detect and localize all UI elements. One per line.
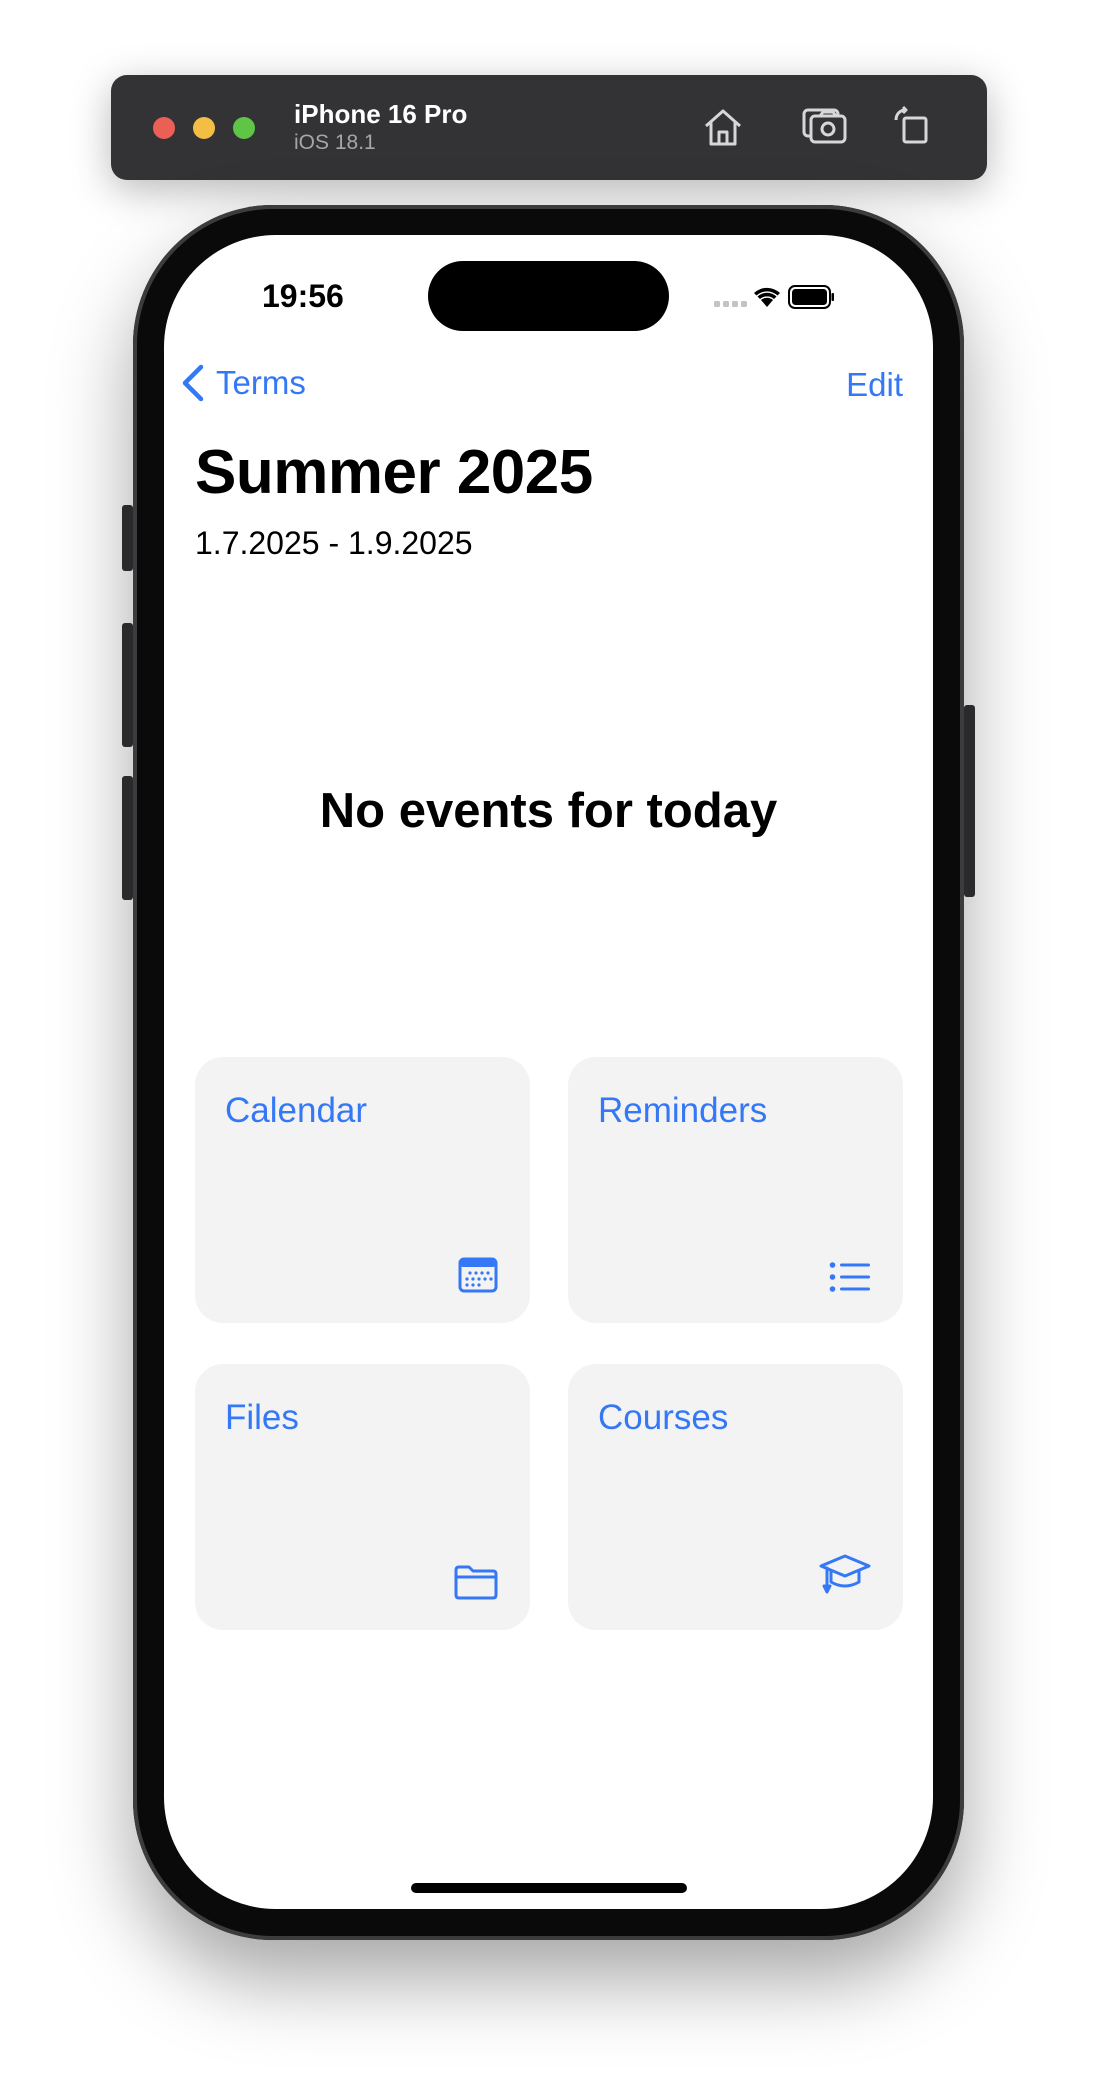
back-button-label: Terms: [216, 364, 306, 401]
home-icon: [705, 109, 741, 146]
chevron-left-icon: [182, 364, 204, 402]
device-screen: 19:56 Terms Edit Summer 2025 1.7.2025 - …: [164, 235, 933, 1909]
wifi-icon: [754, 287, 780, 307]
signal-icon: [714, 301, 747, 307]
action-button: [122, 505, 133, 571]
empty-events-message: No events for today: [319, 784, 778, 838]
reminders-tile[interactable]: Reminders: [568, 1057, 903, 1323]
files-tile-label: Files: [225, 1398, 299, 1437]
close-window-button[interactable]: [153, 117, 175, 139]
screenshot-button[interactable]: [800, 104, 847, 150]
battery-icon: [788, 285, 834, 309]
home-button[interactable]: [700, 104, 746, 150]
graduation-cap-icon: [819, 1554, 871, 1594]
back-button[interactable]: Terms: [180, 363, 306, 403]
list-icon: [829, 1262, 870, 1292]
dynamic-island: [428, 261, 669, 331]
rotate-icon: [894, 105, 928, 144]
side-button: [964, 705, 975, 897]
volume-up-button: [122, 623, 133, 747]
page-title: Summer 2025: [195, 438, 593, 507]
simulator-os-version: iOS 18.1: [294, 131, 376, 154]
zoom-window-button[interactable]: [233, 117, 255, 139]
courses-tile-label: Courses: [598, 1398, 729, 1437]
rotate-button[interactable]: [890, 104, 936, 150]
home-indicator[interactable]: [411, 1883, 687, 1893]
volume-down-button: [122, 776, 133, 900]
calendar-icon: [458, 1257, 498, 1293]
status-icons: [714, 283, 834, 318]
calendar-tile-label: Calendar: [225, 1091, 368, 1130]
files-tile[interactable]: Files: [195, 1364, 530, 1630]
status-time: 19:56: [262, 278, 344, 314]
reminders-tile-label: Reminders: [598, 1091, 768, 1130]
simulator-device-name: iPhone 16 Pro: [294, 99, 468, 129]
screenshot-icon: [802, 108, 847, 144]
minimize-window-button[interactable]: [193, 117, 215, 139]
edit-button[interactable]: Edit: [846, 366, 903, 404]
courses-tile[interactable]: Courses: [568, 1364, 903, 1630]
term-date-range: 1.7.2025 - 1.9.2025: [195, 525, 473, 561]
folder-icon: [454, 1565, 498, 1600]
calendar-tile[interactable]: Calendar: [195, 1057, 530, 1323]
